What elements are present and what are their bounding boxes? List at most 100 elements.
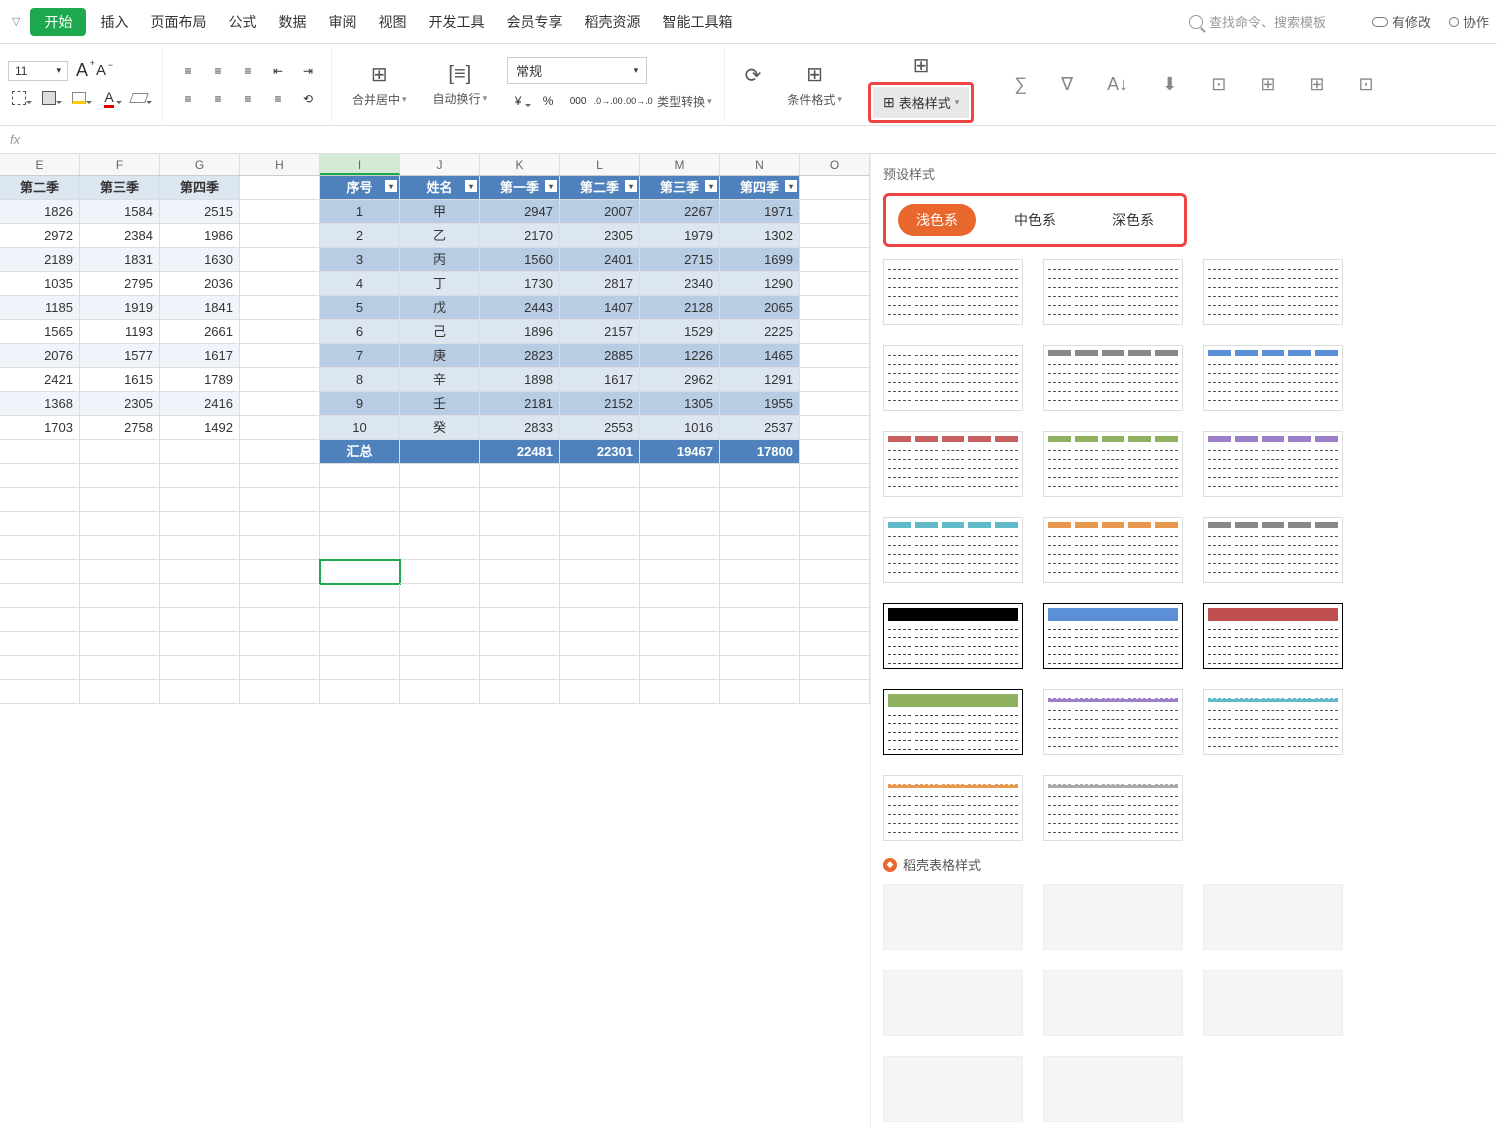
left-data-cell[interactable]: 1565	[0, 320, 80, 344]
right-header-cell[interactable]: 序号▾	[320, 176, 400, 200]
right-data-cell[interactable]: 2823	[480, 344, 560, 368]
cell[interactable]	[240, 416, 320, 440]
right-data-cell[interactable]: 9	[320, 392, 400, 416]
cell[interactable]	[0, 488, 80, 512]
table-style-thumbnail[interactable]	[883, 431, 1023, 497]
filter-dropdown-icon[interactable]: ▾	[545, 180, 557, 192]
sum-icon[interactable]: ∑	[1014, 74, 1027, 95]
cell[interactable]	[240, 344, 320, 368]
cell[interactable]	[400, 608, 480, 632]
right-header-cell[interactable]: 第四季▾	[720, 176, 800, 200]
left-data-cell[interactable]: 2036	[160, 272, 240, 296]
table-style-thumbnail[interactable]	[883, 775, 1023, 841]
column-header[interactable]: M	[640, 154, 720, 175]
cell[interactable]	[560, 584, 640, 608]
table-style-thumbnail[interactable]	[883, 603, 1023, 669]
total-value-cell[interactable]: 22301	[560, 440, 640, 464]
right-data-cell[interactable]: 1979	[640, 224, 720, 248]
decrease-indent-button[interactable]: ⇤	[267, 60, 289, 82]
left-data-cell[interactable]: 2384	[80, 224, 160, 248]
right-data-cell[interactable]: 1955	[720, 392, 800, 416]
column-header[interactable]: G	[160, 154, 240, 175]
cell[interactable]	[480, 632, 560, 656]
table-style-thumbnail[interactable]	[1203, 345, 1343, 411]
cell[interactable]	[160, 488, 240, 512]
align-center-button[interactable]: ≡	[207, 88, 229, 110]
cell[interactable]	[480, 560, 560, 584]
column-header[interactable]: H	[240, 154, 320, 175]
right-header-cell[interactable]: 第一季▾	[480, 176, 560, 200]
tab-insert[interactable]: 插入	[92, 6, 136, 38]
cell[interactable]	[240, 224, 320, 248]
column-header[interactable]: L	[560, 154, 640, 175]
cell[interactable]	[560, 464, 640, 488]
docer-style-thumbnail[interactable]	[1203, 970, 1343, 1036]
cell[interactable]	[240, 560, 320, 584]
cell[interactable]	[240, 320, 320, 344]
cell[interactable]	[720, 464, 800, 488]
cell[interactable]	[80, 608, 160, 632]
align-bottom-button[interactable]: ≡	[237, 60, 259, 82]
cell[interactable]	[800, 200, 870, 224]
cell[interactable]	[160, 584, 240, 608]
cell[interactable]	[480, 536, 560, 560]
cell[interactable]	[560, 512, 640, 536]
cell[interactable]	[240, 584, 320, 608]
right-header-cell[interactable]: 姓名▾	[400, 176, 480, 200]
file-menu-dropdown[interactable]: ▽	[8, 13, 24, 30]
cell[interactable]	[800, 608, 870, 632]
cell[interactable]	[800, 224, 870, 248]
tab-developer[interactable]: 开发工具	[420, 6, 492, 38]
cell[interactable]	[320, 512, 400, 536]
filter-dropdown-icon[interactable]: ▾	[785, 180, 797, 192]
fill-down-icon[interactable]: ⬇	[1162, 74, 1177, 95]
left-data-cell[interactable]: 2421	[0, 368, 80, 392]
table-style-thumbnail[interactable]	[1043, 517, 1183, 583]
cell[interactable]	[240, 656, 320, 680]
column-header[interactable]: I	[320, 154, 400, 175]
cell[interactable]	[400, 584, 480, 608]
left-data-cell[interactable]: 2305	[80, 392, 160, 416]
cell[interactable]	[0, 560, 80, 584]
table-style-thumbnail[interactable]	[1043, 603, 1183, 669]
table-style-thumbnail[interactable]	[1043, 259, 1183, 325]
cell[interactable]	[720, 608, 800, 632]
fill-color-button[interactable]	[68, 87, 90, 109]
cell[interactable]	[400, 464, 480, 488]
right-data-cell[interactable]: 2340	[640, 272, 720, 296]
cell[interactable]	[320, 536, 400, 560]
right-data-cell[interactable]: 1465	[720, 344, 800, 368]
cell[interactable]	[560, 656, 640, 680]
cell[interactable]	[480, 608, 560, 632]
cell[interactable]	[0, 440, 80, 464]
right-data-cell[interactable]: 2152	[560, 392, 640, 416]
cell[interactable]	[0, 632, 80, 656]
align-right-button[interactable]: ≡	[237, 88, 259, 110]
has-changes[interactable]: 有修改	[1372, 12, 1431, 31]
cell[interactable]	[160, 656, 240, 680]
cell[interactable]	[240, 608, 320, 632]
left-data-cell[interactable]: 1826	[0, 200, 80, 224]
total-label-cell[interactable]: 汇总	[320, 440, 400, 464]
filter-icon[interactable]: ∇	[1061, 74, 1073, 95]
docer-style-thumbnail[interactable]	[883, 970, 1023, 1036]
cell[interactable]	[160, 440, 240, 464]
left-data-cell[interactable]: 1035	[0, 272, 80, 296]
wrap-text-button[interactable]: 自动换行	[433, 90, 488, 107]
right-data-cell[interactable]: 10	[320, 416, 400, 440]
cell[interactable]	[800, 248, 870, 272]
cell[interactable]	[640, 536, 720, 560]
right-data-cell[interactable]: 辛	[400, 368, 480, 392]
command-search[interactable]: 查找命令、搜索模板	[1189, 12, 1326, 31]
right-data-cell[interactable]: 1302	[720, 224, 800, 248]
left-data-cell[interactable]: 1630	[160, 248, 240, 272]
cell[interactable]	[560, 560, 640, 584]
right-data-cell[interactable]: 乙	[400, 224, 480, 248]
right-data-cell[interactable]: 庚	[400, 344, 480, 368]
justify-button[interactable]: ≡	[267, 88, 289, 110]
right-data-cell[interactable]: 1617	[560, 368, 640, 392]
left-data-cell[interactable]: 1185	[0, 296, 80, 320]
right-data-cell[interactable]: 丙	[400, 248, 480, 272]
filter-dropdown-icon[interactable]: ▾	[705, 180, 717, 192]
cell[interactable]	[0, 584, 80, 608]
